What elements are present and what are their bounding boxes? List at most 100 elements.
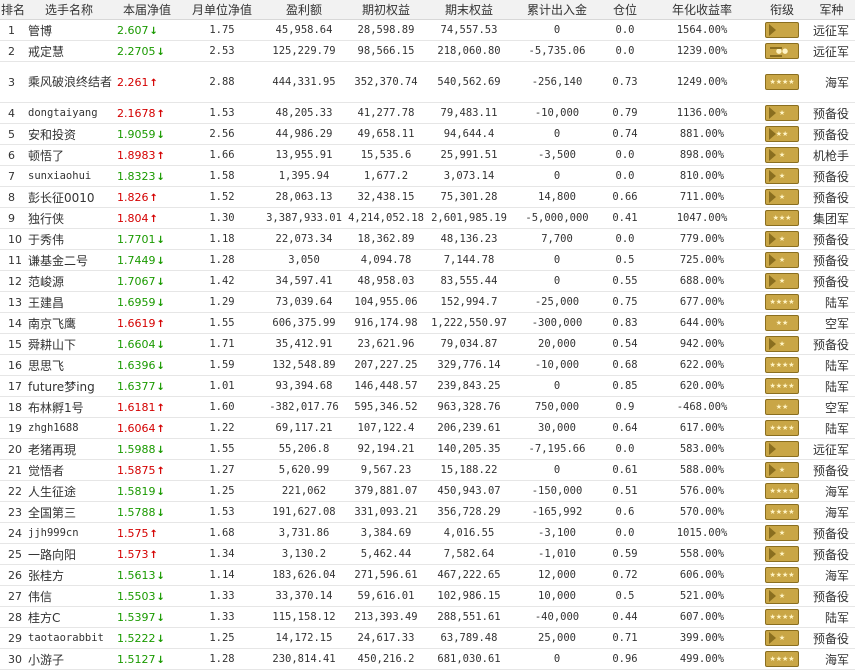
player-name-link[interactable]: 布林孵1号 bbox=[26, 396, 112, 418]
table-row[interactable]: 3 乘风破浪终结者 2.261↑ 2.88 444,331.95 352,370.74 54… bbox=[0, 61, 855, 103]
player-name-link[interactable]: 戒定慧 bbox=[26, 40, 112, 62]
player-name-link[interactable]: 老猪再現 bbox=[26, 438, 112, 460]
player-name-link[interactable]: 彭长征0010 bbox=[26, 186, 112, 208]
player-name[interactable]: 王建昌 bbox=[28, 296, 64, 310]
player-name-link[interactable]: 桂方C bbox=[26, 606, 112, 628]
player-name[interactable]: 于秀伟 bbox=[28, 233, 64, 247]
player-name[interactable]: 顿悟了 bbox=[28, 149, 64, 163]
player-name[interactable]: 南京飞鹰 bbox=[28, 317, 76, 331]
player-name[interactable]: 乘风破浪终结者 bbox=[28, 73, 112, 91]
player-name[interactable]: 一路向阳 bbox=[28, 548, 76, 562]
table-row[interactable]: 17 future梦ing 1.6377↓ 1.01 93,394.68 146,448.… bbox=[0, 375, 855, 397]
corps-cell: 预备役 bbox=[808, 102, 855, 124]
player-name[interactable]: 彭长征0010 bbox=[28, 191, 95, 205]
player-name[interactable]: sunxiaohui bbox=[28, 170, 91, 182]
player-name[interactable]: jjh999cn bbox=[28, 527, 79, 539]
player-name-link[interactable]: 管博 bbox=[26, 19, 112, 41]
table-row[interactable]: 28 桂方C 1.5397↓ 1.33 115,158.12 213,393.49 288,… bbox=[0, 606, 855, 628]
table-row[interactable]: 14 南京飞鹰 1.6619↑ 1.55 606,375.99 916,174.98 1,2… bbox=[0, 312, 855, 334]
player-name-link[interactable]: jjh999cn bbox=[26, 522, 112, 544]
player-name-link[interactable]: 全国第三 bbox=[26, 501, 112, 523]
player-name-link[interactable]: 于秀伟 bbox=[26, 228, 112, 250]
table-row[interactable]: 12 范峻源 1.7067↓ 1.42 34,597.41 48,958.03 83,555… bbox=[0, 270, 855, 292]
player-name[interactable]: 全国第三 bbox=[28, 506, 76, 520]
position-cell: 0.0 bbox=[602, 40, 648, 62]
player-name[interactable]: taotaorabbit bbox=[28, 632, 104, 644]
table-row[interactable]: 23 全国第三 1.5788↓ 1.53 191,627.08 331,093.21 356… bbox=[0, 501, 855, 523]
table-row[interactable]: 9 独行侠 1.804↑ 1.30 3,387,933.01 4,214,052.18 2,… bbox=[0, 207, 855, 229]
player-name-link[interactable]: 舜耕山下 bbox=[26, 333, 112, 355]
table-row[interactable]: 19 zhgh1688 1.6064↑ 1.22 69,117.21 107,122.4 2… bbox=[0, 417, 855, 439]
player-name[interactable]: 舜耕山下 bbox=[28, 338, 76, 352]
player-name[interactable]: 布林孵1号 bbox=[28, 401, 84, 415]
table-row[interactable]: 26 张桂方 1.5613↓ 1.14 183,626.04 271,596.61 467,… bbox=[0, 564, 855, 586]
player-name[interactable]: 安和投资 bbox=[28, 128, 76, 142]
table-row[interactable]: 8 彭长征0010 1.826↑ 1.52 28,063.13 32,438.15 75,3… bbox=[0, 186, 855, 208]
player-name-link[interactable]: dongtaiyang bbox=[26, 102, 112, 124]
player-name-link[interactable]: 顿悟了 bbox=[26, 144, 112, 166]
player-name-link[interactable]: taotaorabbit bbox=[26, 627, 112, 649]
player-name-link[interactable]: 张桂方 bbox=[26, 564, 112, 586]
player-name[interactable]: 张桂方 bbox=[28, 569, 64, 583]
table-row[interactable]: 22 人生征途 1.5819↓ 1.25 221,062 379,881.07 450,94… bbox=[0, 480, 855, 502]
player-name[interactable]: dongtaiyang bbox=[28, 107, 98, 119]
player-name-link[interactable]: 南京飞鹰 bbox=[26, 312, 112, 334]
arrow-up-icon: ↑ bbox=[149, 192, 158, 204]
player-name[interactable]: 管博 bbox=[28, 24, 52, 38]
rank-badge-cell: ★ bbox=[756, 102, 808, 124]
table-row[interactable]: 18 布林孵1号 1.6181↑ 1.60 -382,017.76 595,346.52 9… bbox=[0, 396, 855, 418]
player-name-link[interactable]: 小游子 bbox=[26, 648, 112, 670]
player-name[interactable]: 戒定慧 bbox=[28, 45, 64, 59]
table-row[interactable]: 2 戒定慧 2.2705↓ 2.53 125,229.79 98,566.15 218,06… bbox=[0, 40, 855, 62]
player-name[interactable]: 范峻源 bbox=[28, 275, 64, 289]
player-name[interactable]: zhgh1688 bbox=[28, 422, 79, 434]
player-name-link[interactable]: future梦ing bbox=[26, 375, 112, 397]
table-row[interactable]: 1 管博 2.607↓ 1.75 45,958.64 28,598.89 74,557.53… bbox=[0, 19, 855, 41]
table-row[interactable]: 29 taotaorabbit 1.5222↓ 1.25 14,172.15 24,617… bbox=[0, 627, 855, 649]
table-row[interactable]: 21 觉悟者 1.5875↑ 1.27 5,620.99 9,567.23 15,188.2… bbox=[0, 459, 855, 481]
table-row[interactable]: 6 顿悟了 1.8983↑ 1.66 13,955.91 15,535.6 25,991.5… bbox=[0, 144, 855, 166]
table-row[interactable]: 7 sunxiaohui 1.8323↓ 1.58 1,395.94 1,677.2 3,0… bbox=[0, 165, 855, 187]
player-name[interactable]: 人生征途 bbox=[28, 485, 76, 499]
player-name-link[interactable]: 谦基金二号 bbox=[26, 249, 112, 271]
player-name-link[interactable]: sunxiaohui bbox=[26, 165, 112, 187]
position-cell: 0.79 bbox=[602, 102, 648, 124]
player-name[interactable]: 伟信 bbox=[28, 590, 52, 604]
player-name[interactable]: 独行侠 bbox=[28, 212, 64, 226]
player-name[interactable]: 桂方C bbox=[28, 611, 60, 625]
table-row[interactable]: 5 安和投资 1.9059↓ 2.56 44,986.29 49,658.11 94,644… bbox=[0, 123, 855, 145]
player-name-link[interactable]: 觉悟者 bbox=[26, 459, 112, 481]
player-name-link[interactable]: 范峻源 bbox=[26, 270, 112, 292]
player-name[interactable]: 小游子 bbox=[28, 653, 64, 667]
table-row[interactable]: 27 伟信 1.5503↓ 1.33 33,370.14 59,616.01 102,986… bbox=[0, 585, 855, 607]
player-name-link[interactable]: 思思飞 bbox=[26, 354, 112, 376]
corps-cell: 空军 bbox=[808, 396, 855, 418]
player-name-link[interactable]: 独行侠 bbox=[26, 207, 112, 229]
table-row[interactable]: 15 舜耕山下 1.6604↓ 1.71 35,412.91 23,621.96 79,03… bbox=[0, 333, 855, 355]
player-name-link[interactable]: 伟信 bbox=[26, 585, 112, 607]
player-name-link[interactable]: 王建昌 bbox=[26, 291, 112, 313]
rank-cell: 11 bbox=[0, 249, 26, 271]
player-name[interactable]: 谦基金二号 bbox=[28, 254, 88, 268]
badge-stars-icon: ★★★★ bbox=[769, 487, 795, 495]
table-row[interactable]: 16 思思飞 1.6396↓ 1.59 132,548.89 207,227.25 329,… bbox=[0, 354, 855, 376]
player-name-link[interactable]: 人生征途 bbox=[26, 480, 112, 502]
table-row[interactable]: 13 王建昌 1.6959↓ 1.29 73,039.64 104,955.06 152,9… bbox=[0, 291, 855, 313]
player-name-link[interactable]: 一路向阳 bbox=[26, 543, 112, 565]
table-row[interactable]: 10 于秀伟 1.7701↓ 1.18 22,073.34 18,362.89 48,136… bbox=[0, 228, 855, 250]
table-row[interactable]: 11 谦基金二号 1.7449↓ 1.28 3,050 4,094.78 7,144.78 0… bbox=[0, 249, 855, 271]
player-name[interactable]: 思思飞 bbox=[28, 359, 64, 373]
table-row[interactable]: 30 小游子 1.5127↓ 1.28 230,814.41 450,216.2 681,0… bbox=[0, 648, 855, 670]
table-row[interactable]: 25 一路向阳 1.573↑ 1.34 3,130.2 5,462.44 7,582.64-… bbox=[0, 543, 855, 565]
player-name-link[interactable]: 安和投资 bbox=[26, 123, 112, 145]
player-name[interactable]: future梦ing bbox=[28, 380, 95, 394]
table-row[interactable]: 4 dongtaiyang 2.1678↑ 1.53 48,205.33 41,277.7… bbox=[0, 102, 855, 124]
table-row[interactable]: 24 jjh999cn 1.575↑ 1.68 3,731.86 3,384.69 4,01… bbox=[0, 522, 855, 544]
table-row[interactable]: 20 老猪再現 1.5988↓ 1.55 55,206.8 92,194.21 140,20… bbox=[0, 438, 855, 460]
player-name-link[interactable]: 乘风破浪终结者 bbox=[26, 61, 112, 103]
player-name[interactable]: 老猪再現 bbox=[28, 443, 76, 457]
player-name[interactable]: 觉悟者 bbox=[28, 464, 64, 478]
corps-cell: 海军 bbox=[808, 501, 855, 523]
player-name-link[interactable]: zhgh1688 bbox=[26, 417, 112, 439]
badge-stars-icon: ★★ bbox=[775, 130, 789, 138]
